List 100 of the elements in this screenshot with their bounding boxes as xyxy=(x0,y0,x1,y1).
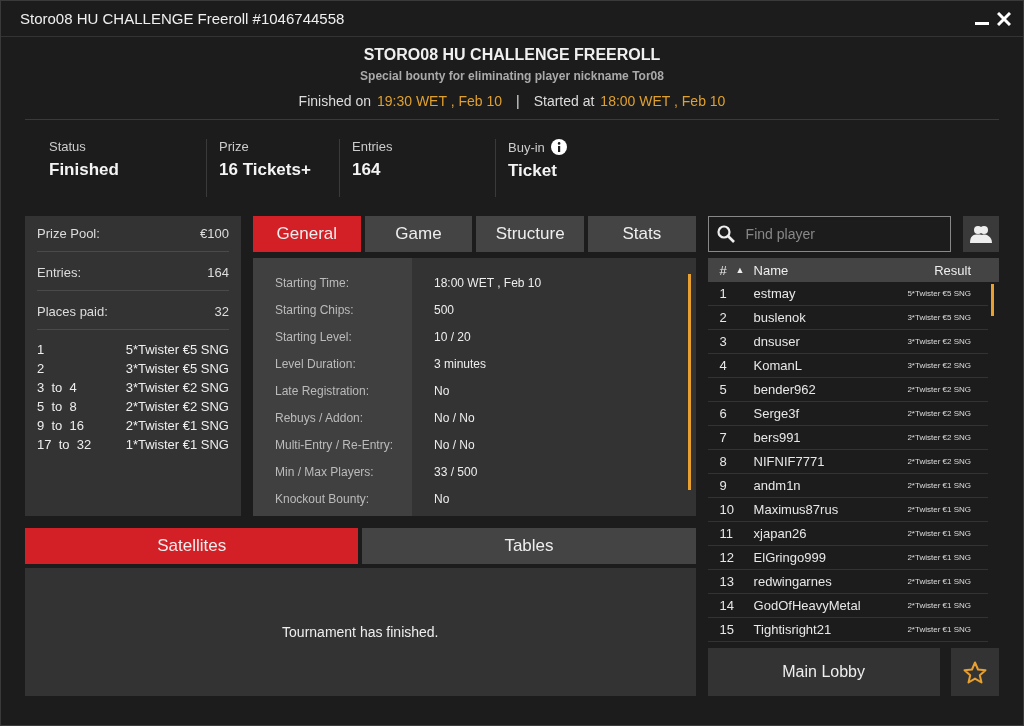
detail-label: Knockout Bounty: xyxy=(275,491,371,508)
tab[interactable]: Game xyxy=(364,216,473,252)
result-cell-text: 3*Twister €2 SNG xyxy=(907,337,972,346)
player-name: Tightisright21 xyxy=(753,622,833,637)
finished-label: Finished on xyxy=(298,93,371,109)
detail-label: Starting Time: xyxy=(275,275,351,292)
started-label: Started at xyxy=(533,93,595,109)
result-cell-text: 2*Twister €2 SNG xyxy=(907,457,972,466)
payout-places: 3 to 4 xyxy=(37,379,77,397)
rank-cell-text: 3 xyxy=(718,334,728,349)
detail-value: 33 / 500 xyxy=(434,464,479,481)
separator-text: | xyxy=(516,93,520,109)
result-cell-text: 5*Twister €5 SNG xyxy=(907,289,972,298)
detail-value: No / No xyxy=(434,437,476,454)
payout-prize: 3*Twister €2 SNG xyxy=(125,379,229,397)
tournament-subtitle: Special bounty for eliminating player nickname Tor08 xyxy=(360,69,664,83)
player-name: NIFNIF7771 xyxy=(753,454,826,469)
result-cell-text: 2*Twister €2 SNG xyxy=(907,409,972,418)
payout-places: 9 to 16 xyxy=(37,417,84,435)
payout-places: 2 xyxy=(37,360,45,378)
player-name: redwingarnes xyxy=(753,574,833,589)
stat-label: Buy-in xyxy=(508,139,545,155)
window-title: Storo08 HU CHALLENGE Freeroll #1046744558 xyxy=(20,10,345,27)
rank-cell-text: 7 xyxy=(718,430,728,445)
rank-cell-text: 8 xyxy=(718,454,728,469)
scrollbar-thumb[interactable] xyxy=(687,274,691,490)
tab[interactable]: Tables xyxy=(362,528,696,564)
stat-value: 16 Tickets+ xyxy=(219,160,312,180)
player-name: dnsuser xyxy=(753,334,801,349)
rank-cell-text: 11 xyxy=(718,526,735,541)
player-name: xjapan26 xyxy=(753,526,808,541)
tournament-title: STORO08 HU CHALLENGE FREEROLL xyxy=(363,46,661,64)
players-button[interactable] xyxy=(963,216,999,252)
player-name: GodOfHeavyMetal xyxy=(753,598,862,613)
result-cell-text: 2*Twister €1 SNG xyxy=(907,601,972,610)
result-cell-text: 3*Twister €5 SNG xyxy=(907,313,972,322)
result-cell-text: 2*Twister €1 SNG xyxy=(907,529,972,538)
detail-value: 10 / 20 xyxy=(434,329,472,346)
detail-value: No xyxy=(434,491,451,508)
detail-label: Rebuys / Addon: xyxy=(275,410,365,427)
tab[interactable]: Structure xyxy=(476,216,584,252)
rank-cell-text: 9 xyxy=(718,478,728,493)
rank-cell-text: 13 xyxy=(718,574,736,589)
rank-cell-text: 1 xyxy=(718,286,728,301)
tab[interactable]: Satellites xyxy=(25,528,359,564)
result-cell-text: 2*Twister €2 SNG xyxy=(907,433,972,442)
payout-prize: 2*Twister €1 SNG xyxy=(125,417,229,435)
player-name: bers991 xyxy=(753,430,802,445)
favorite-button[interactable] xyxy=(951,648,999,696)
payout-places: 17 to 32 xyxy=(37,436,92,454)
player-name: ElGringo999 xyxy=(753,550,827,565)
result-cell-text: 2*Twister €1 SNG xyxy=(907,481,972,490)
player-name: bender962 xyxy=(753,382,817,397)
rank-cell-text: 2 xyxy=(718,310,728,325)
status-message: Tournament has finished. xyxy=(282,624,439,640)
rank-cell-text: 6 xyxy=(718,406,728,421)
detail-value: 500 xyxy=(434,302,456,319)
payout-places: 5 to 8 xyxy=(37,398,77,416)
result-cell-text: 2*Twister €2 SNG xyxy=(907,385,972,394)
info-icon[interactable] xyxy=(550,139,567,155)
tab[interactable]: Stats xyxy=(587,216,696,252)
summary-value: €100 xyxy=(200,226,229,241)
search-field[interactable]: Find player xyxy=(707,216,951,252)
result-cell-text: 2*Twister €1 SNG xyxy=(907,505,972,514)
payout-prize: 3*Twister €5 SNG xyxy=(125,360,229,378)
column-header: Result xyxy=(934,262,971,278)
column-header: # xyxy=(718,262,728,278)
detail-label: Late Registration: xyxy=(275,383,371,400)
detail-label: Multi-Entry / Re-Entry: xyxy=(275,437,395,454)
detail-value: 18:00 WET , Feb 10 xyxy=(434,275,543,292)
close-icon[interactable] xyxy=(997,11,1011,26)
rank-cell-text: 14 xyxy=(718,598,736,613)
detail-value: No / No xyxy=(434,410,476,427)
stat-value: 164 xyxy=(352,160,382,180)
main-lobby-button[interactable]: Main Lobby xyxy=(707,648,940,696)
stat-label: Entries xyxy=(352,139,393,154)
detail-label: Min / Max Players: xyxy=(275,464,375,481)
sort-icon[interactable]: ▲ xyxy=(735,265,754,275)
summary-value: 164 xyxy=(207,265,229,280)
detail-label: Starting Level: xyxy=(275,329,353,346)
stat-value: Finished xyxy=(49,160,120,180)
payout-prize: 2*Twister €2 SNG xyxy=(125,398,229,416)
player-name: estmay xyxy=(753,286,797,301)
result-cell-text: 3*Twister €2 SNG xyxy=(907,361,972,370)
scrollbar-thumb[interactable] xyxy=(991,284,994,316)
star-icon xyxy=(963,660,987,684)
rank-cell-text: 10 xyxy=(718,502,736,517)
detail-label: Starting Chips: xyxy=(275,302,355,319)
people-icon xyxy=(970,225,992,243)
stat-label: Prize xyxy=(219,139,249,154)
summary-label: Prize Pool: xyxy=(37,226,100,241)
rank-cell-text: 15 xyxy=(718,622,736,637)
detail-value: 3 minutes xyxy=(434,356,488,373)
player-name: andm1n xyxy=(753,478,802,493)
result-cell-text: 2*Twister €1 SNG xyxy=(907,625,972,634)
player-name: Maximus87rus xyxy=(753,502,840,517)
tab[interactable]: General xyxy=(253,216,361,252)
detail-label: Level Duration: xyxy=(275,356,357,373)
payout-places: 1 xyxy=(37,341,45,359)
detail-value: No xyxy=(434,383,451,400)
